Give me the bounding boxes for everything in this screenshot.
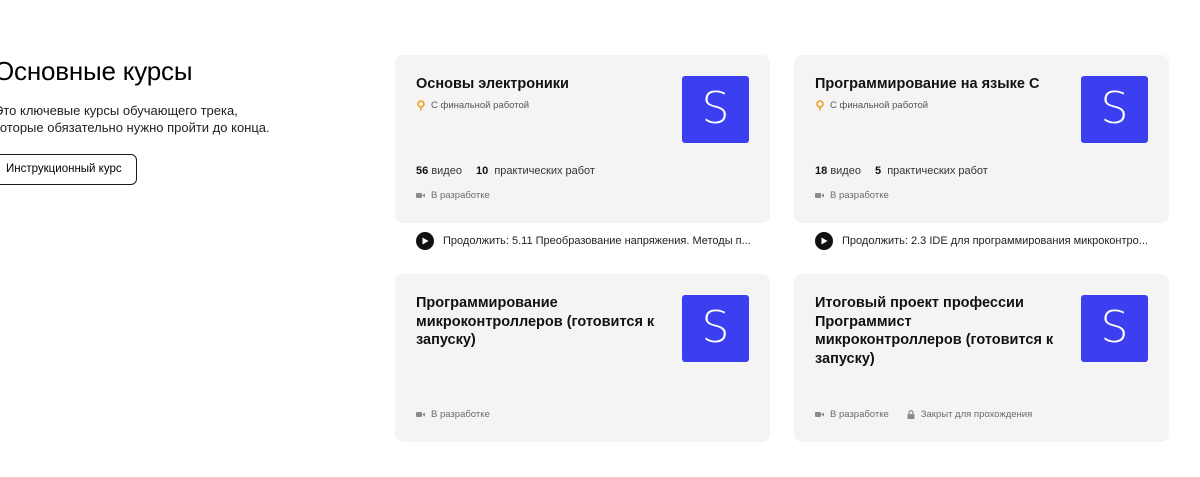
video-camera-icon xyxy=(815,193,824,198)
course-title[interactable]: Итоговый проект профессии Программист ми… xyxy=(815,294,1060,368)
course-meta: В разработке xyxy=(416,190,490,201)
video-camera-icon xyxy=(815,412,824,417)
lock-icon xyxy=(907,410,915,419)
course-logo: S xyxy=(1081,76,1148,143)
section-description: Это ключевые курсы обучающего трека, кот… xyxy=(0,103,270,135)
final-work-label: С финальной работой xyxy=(815,100,928,111)
course-title[interactable]: Программирование на языке С xyxy=(815,75,1060,94)
final-work-label: С финальной работой xyxy=(416,100,529,111)
status-badge: В разработке xyxy=(416,409,490,420)
play-icon[interactable] xyxy=(416,232,434,250)
instruction-course-button[interactable]: Инструкционный курс xyxy=(0,154,137,185)
status-badge: В разработке xyxy=(815,190,889,201)
course-card-c-programming[interactable]: Программирование на языке С С финальной … xyxy=(794,55,1169,223)
videos-stat: 56 видео xyxy=(416,165,462,177)
course-meta: В разработке Закрыт для прохождения xyxy=(815,409,1032,420)
course-card-microcontrollers[interactable]: Программирование микроконтроллеров (гото… xyxy=(395,274,770,442)
course-logo: S xyxy=(682,76,749,143)
course-logo: S xyxy=(1081,295,1148,362)
course-meta: В разработке xyxy=(416,409,490,420)
status-badge: В разработке xyxy=(815,409,889,420)
course-card-final-project[interactable]: Итоговый проект профессии Программист ми… xyxy=(794,274,1169,442)
course-logo: S xyxy=(682,295,749,362)
course-stats: 18 видео 5 практических работ xyxy=(815,165,988,177)
continue-link-c-programming[interactable]: Продолжить: 2.3 IDE для программирования… xyxy=(815,232,1175,250)
course-stats: 56 видео 10 практических работ xyxy=(416,165,595,177)
pin-icon xyxy=(816,100,824,111)
video-camera-icon xyxy=(416,193,425,198)
course-title[interactable]: Основы электроники xyxy=(416,75,661,94)
course-meta: В разработке xyxy=(815,190,889,201)
course-card-electronics[interactable]: Основы электроники С финальной работой S… xyxy=(395,55,770,223)
section-intro: Основные курсы Это ключевые курсы обучаю… xyxy=(0,56,294,185)
course-title[interactable]: Программирование микроконтроллеров (гото… xyxy=(416,294,661,350)
practice-stat: 10 практических работ xyxy=(475,165,595,177)
continue-link-electronics[interactable]: Продолжить: 5.11 Преобразование напряжен… xyxy=(416,232,776,250)
practice-stat: 5 практических работ xyxy=(874,165,988,177)
videos-stat: 18 видео xyxy=(815,165,861,177)
status-badge: В разработке xyxy=(416,190,490,201)
play-icon[interactable] xyxy=(815,232,833,250)
video-camera-icon xyxy=(416,412,425,417)
locked-badge: Закрыт для прохождения xyxy=(907,409,1032,420)
pin-icon xyxy=(417,100,425,111)
section-title: Основные курсы xyxy=(0,56,193,86)
